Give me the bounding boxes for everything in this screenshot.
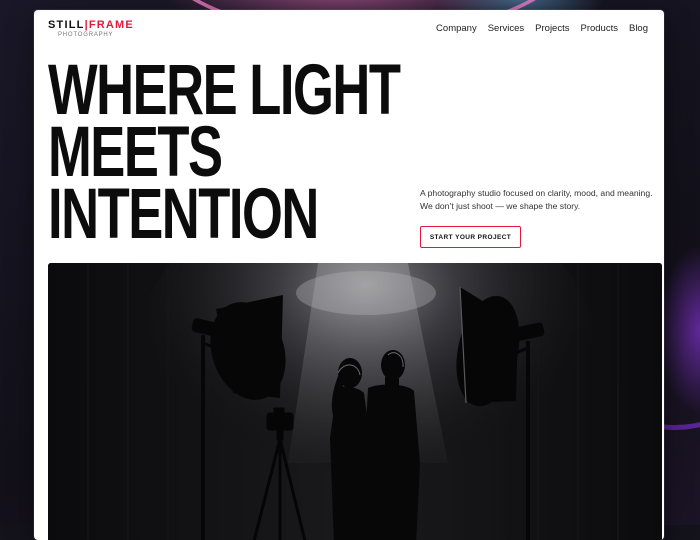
logo-wordmark: STILL|FRAME: [48, 19, 134, 31]
hero-title: WHERE LIGHT MEETS INTENTION: [48, 55, 401, 254]
logo-frame: FRAME: [88, 19, 134, 31]
tagline-line: A photography studio focused on clarity,…: [420, 188, 653, 198]
studio-photo-icon: [48, 263, 662, 540]
hero-title-line: INTENTION: [48, 175, 319, 254]
start-project-button[interactable]: START YOUR PROJECT: [420, 226, 521, 248]
nav-item-projects[interactable]: Projects: [535, 23, 569, 34]
logo-still: STILL: [48, 19, 85, 31]
nav-item-blog[interactable]: Blog: [629, 23, 648, 34]
logo-subtitle: PHOTOGRAPHY: [58, 32, 114, 38]
nav-item-company[interactable]: Company: [436, 23, 477, 34]
site-logo[interactable]: STILL|FRAME PHOTOGRAPHY: [48, 19, 134, 38]
website-window: STILL|FRAME PHOTOGRAPHY Company Services…: [34, 10, 664, 540]
tagline-line: We don’t just shoot — we shape the story…: [420, 201, 581, 211]
hero-studio-photo: [48, 263, 662, 540]
nav-item-products[interactable]: Products: [580, 23, 618, 34]
nav-item-services[interactable]: Services: [488, 23, 524, 34]
main-nav: Company Services Projects Products Blog: [425, 23, 648, 34]
hero-tagline: A photography studio focused on clarity,…: [420, 187, 664, 213]
